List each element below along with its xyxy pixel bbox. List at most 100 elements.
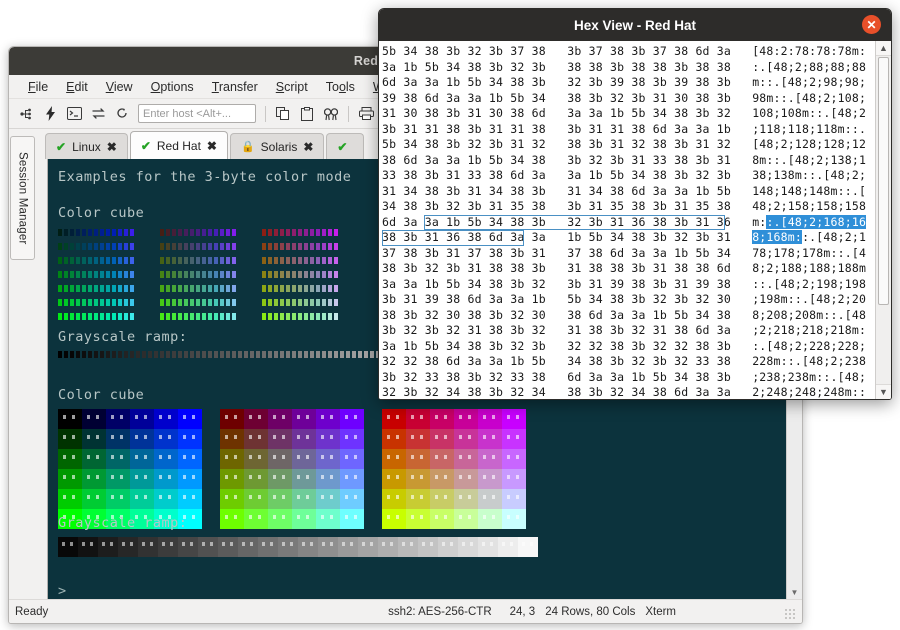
color-dot [112,299,116,306]
check-icon: ✔ [56,140,66,154]
quick-connect-icon[interactable] [39,103,61,125]
hex-row[interactable]: 32 32 38 6d 3a 3a 1b 5b 34 38 3b 32 3b 3… [382,354,875,370]
chevron-down-icon[interactable]: ▼ [787,585,802,599]
tab-red-hat[interactable]: ✔ Red Hat ✖ [130,131,228,159]
hex-bytes: 31 34 38 3b 31 34 38 3b 31 34 38 6d 3a 3… [382,184,738,200]
hex-row[interactable]: 3b 31 31 38 3b 31 31 38 3b 31 31 38 6d 3… [382,122,875,138]
color-dot [184,285,188,292]
hex-row[interactable]: 3b 32 3b 32 31 38 3b 32 31 38 3b 32 31 3… [382,323,875,339]
tab-solaris[interactable]: 🔒 Solaris ✖ [230,133,324,159]
hex-view-scrollbar[interactable]: ▲ ▼ [875,41,891,399]
hex-row[interactable]: 3a 1b 5b 34 38 3b 32 3b 32 32 38 3b 32 3… [382,339,875,355]
connect-local-shell-icon[interactable] [63,103,85,125]
color-dot [70,257,74,264]
color-cube-cell [406,409,430,429]
menu-tools[interactable]: Tools [317,78,364,96]
hex-row[interactable]: 3a 3a 1b 5b 34 38 3b 32 3b 31 39 38 3b 3… [382,277,875,293]
color-dot [64,285,68,292]
hex-row[interactable]: 38 6d 3a 3a 1b 5b 34 38 3b 32 3b 31 33 3… [382,153,875,169]
color-dot [166,271,170,278]
hex-bytes: 32 3b 32 34 38 3b 32 34 38 3b 32 34 38 6… [382,385,738,399]
color-dot [202,257,206,264]
reconnect-all-icon[interactable] [111,103,133,125]
hex-row[interactable]: 33 38 3b 31 33 38 6d 3a 3a 1b 5b 34 38 3… [382,168,875,184]
color-dot [118,257,122,264]
menu-file[interactable]: File [19,78,57,96]
color-dot [328,257,332,264]
color-dot [166,229,170,236]
color-dot [208,313,212,320]
reconnect-icon[interactable] [87,103,109,125]
color-cube-cell [340,449,364,469]
color-dot [100,313,104,320]
hex-row[interactable]: 38 3b 32 3b 31 38 38 3b 31 38 38 3b 31 3… [382,261,875,277]
resize-grip[interactable] [784,608,796,620]
color-dot [58,285,62,292]
hex-row[interactable]: 3b 32 33 38 3b 32 33 38 6d 3a 3a 1b 5b 3… [382,370,875,386]
color-dot [166,299,170,306]
copy-icon[interactable] [272,103,294,125]
hex-row[interactable]: 34 38 3b 32 3b 31 35 38 3b 31 35 38 3b 3… [382,199,875,215]
hex-dump[interactable]: 5b 34 38 3b 32 3b 37 38 3b 37 38 3b 37 3… [379,41,875,399]
hex-view-scrollbar-thumb[interactable] [878,57,889,305]
chevron-down-icon[interactable]: ▼ [876,384,891,399]
hex-row[interactable]: 5b 34 38 3b 32 3b 31 32 38 3b 31 32 38 3… [382,137,875,153]
menu-edit[interactable]: Edit [57,78,97,96]
status-emulation: Xterm [645,606,676,618]
hex-row[interactable]: 32 3b 32 34 38 3b 32 34 38 3b 32 34 38 6… [382,385,875,399]
hex-row[interactable]: 38 3b 32 30 38 3b 32 30 38 6d 3a 3a 1b 5… [382,308,875,324]
hex-ascii: 98m::.[48;2;108; [752,91,866,107]
grayscale-ramp-cell [338,537,358,557]
color-dot [202,285,206,292]
color-dot [202,271,206,278]
grayscale-dot [310,351,314,358]
chevron-up-icon[interactable]: ▲ [876,41,891,56]
tab-extra[interactable]: ✔ [326,133,364,159]
paste-icon[interactable] [296,103,318,125]
host-input[interactable]: Enter host <Alt+... [138,104,256,123]
color-dot [286,229,290,236]
tab-close-icon[interactable]: ✖ [107,140,117,154]
session-manager-tab[interactable]: Session Manager [10,136,35,260]
color-dot [274,243,278,250]
hex-row[interactable]: 6d 3a 3a 1b 5b 34 38 3b 32 3b 31 36 38 3… [382,215,875,231]
hex-row[interactable]: 31 34 38 3b 31 34 38 3b 31 34 38 6d 3a 3… [382,184,875,200]
print-icon[interactable] [355,103,377,125]
menu-options[interactable]: Options [142,78,203,96]
color-dot [232,313,236,320]
color-cube-cell [220,449,244,469]
connect-icon[interactable] [15,103,37,125]
color-dot [310,271,314,278]
color-dot [130,285,134,292]
find-icon[interactable] [320,103,342,125]
menu-transfer[interactable]: Transfer [203,78,267,96]
hex-row[interactable]: 3a 1b 5b 34 38 3b 32 3b 38 38 3b 38 38 3… [382,60,875,76]
menu-view[interactable]: View [97,78,142,96]
hex-row[interactable]: 39 38 6d 3a 3a 1b 5b 34 38 3b 32 3b 31 3… [382,91,875,107]
color-dot [172,285,176,292]
hex-row[interactable]: 31 30 38 3b 31 30 38 6d 3a 3a 1b 5b 34 3… [382,106,875,122]
hex-view-titlebar[interactable]: Hex View - Red Hat ✕ [379,9,891,41]
hex-row[interactable]: 3b 31 39 38 6d 3a 3a 1b 5b 34 38 3b 32 3… [382,292,875,308]
dot-gap [136,313,158,320]
tab-close-icon[interactable]: ✖ [303,140,313,154]
hex-ascii: 48;2;158;158;158 [752,199,866,215]
grayscale-dot [160,351,164,358]
color-dot [334,313,338,320]
close-icon[interactable]: ✕ [862,15,881,34]
hex-row[interactable]: 6d 3a 3a 1b 5b 34 38 3b 32 3b 39 38 3b 3… [382,75,875,91]
color-dot [166,313,170,320]
color-dot [64,299,68,306]
menu-script[interactable]: Script [267,78,317,96]
tab-close-icon[interactable]: ✖ [207,139,217,153]
color-dot [124,257,128,264]
menu-script-label: cript [284,80,308,94]
grayscale-dot [340,351,344,358]
hex-row[interactable]: 5b 34 38 3b 32 3b 37 38 3b 37 38 3b 37 3… [382,44,875,60]
tab-linux[interactable]: ✔ Linux ✖ [45,133,128,159]
hex-row[interactable]: 38 3b 31 36 38 6d 3a 3a 1b 5b 34 38 3b 3… [382,230,875,246]
screen: Red Hat - Secure File Edit View Options … [0,0,900,630]
hex-row[interactable]: 37 38 3b 31 37 38 3b 31 37 38 6d 3a 3a 1… [382,246,875,262]
grayscale-dot [232,351,236,358]
color-dot [334,229,338,236]
